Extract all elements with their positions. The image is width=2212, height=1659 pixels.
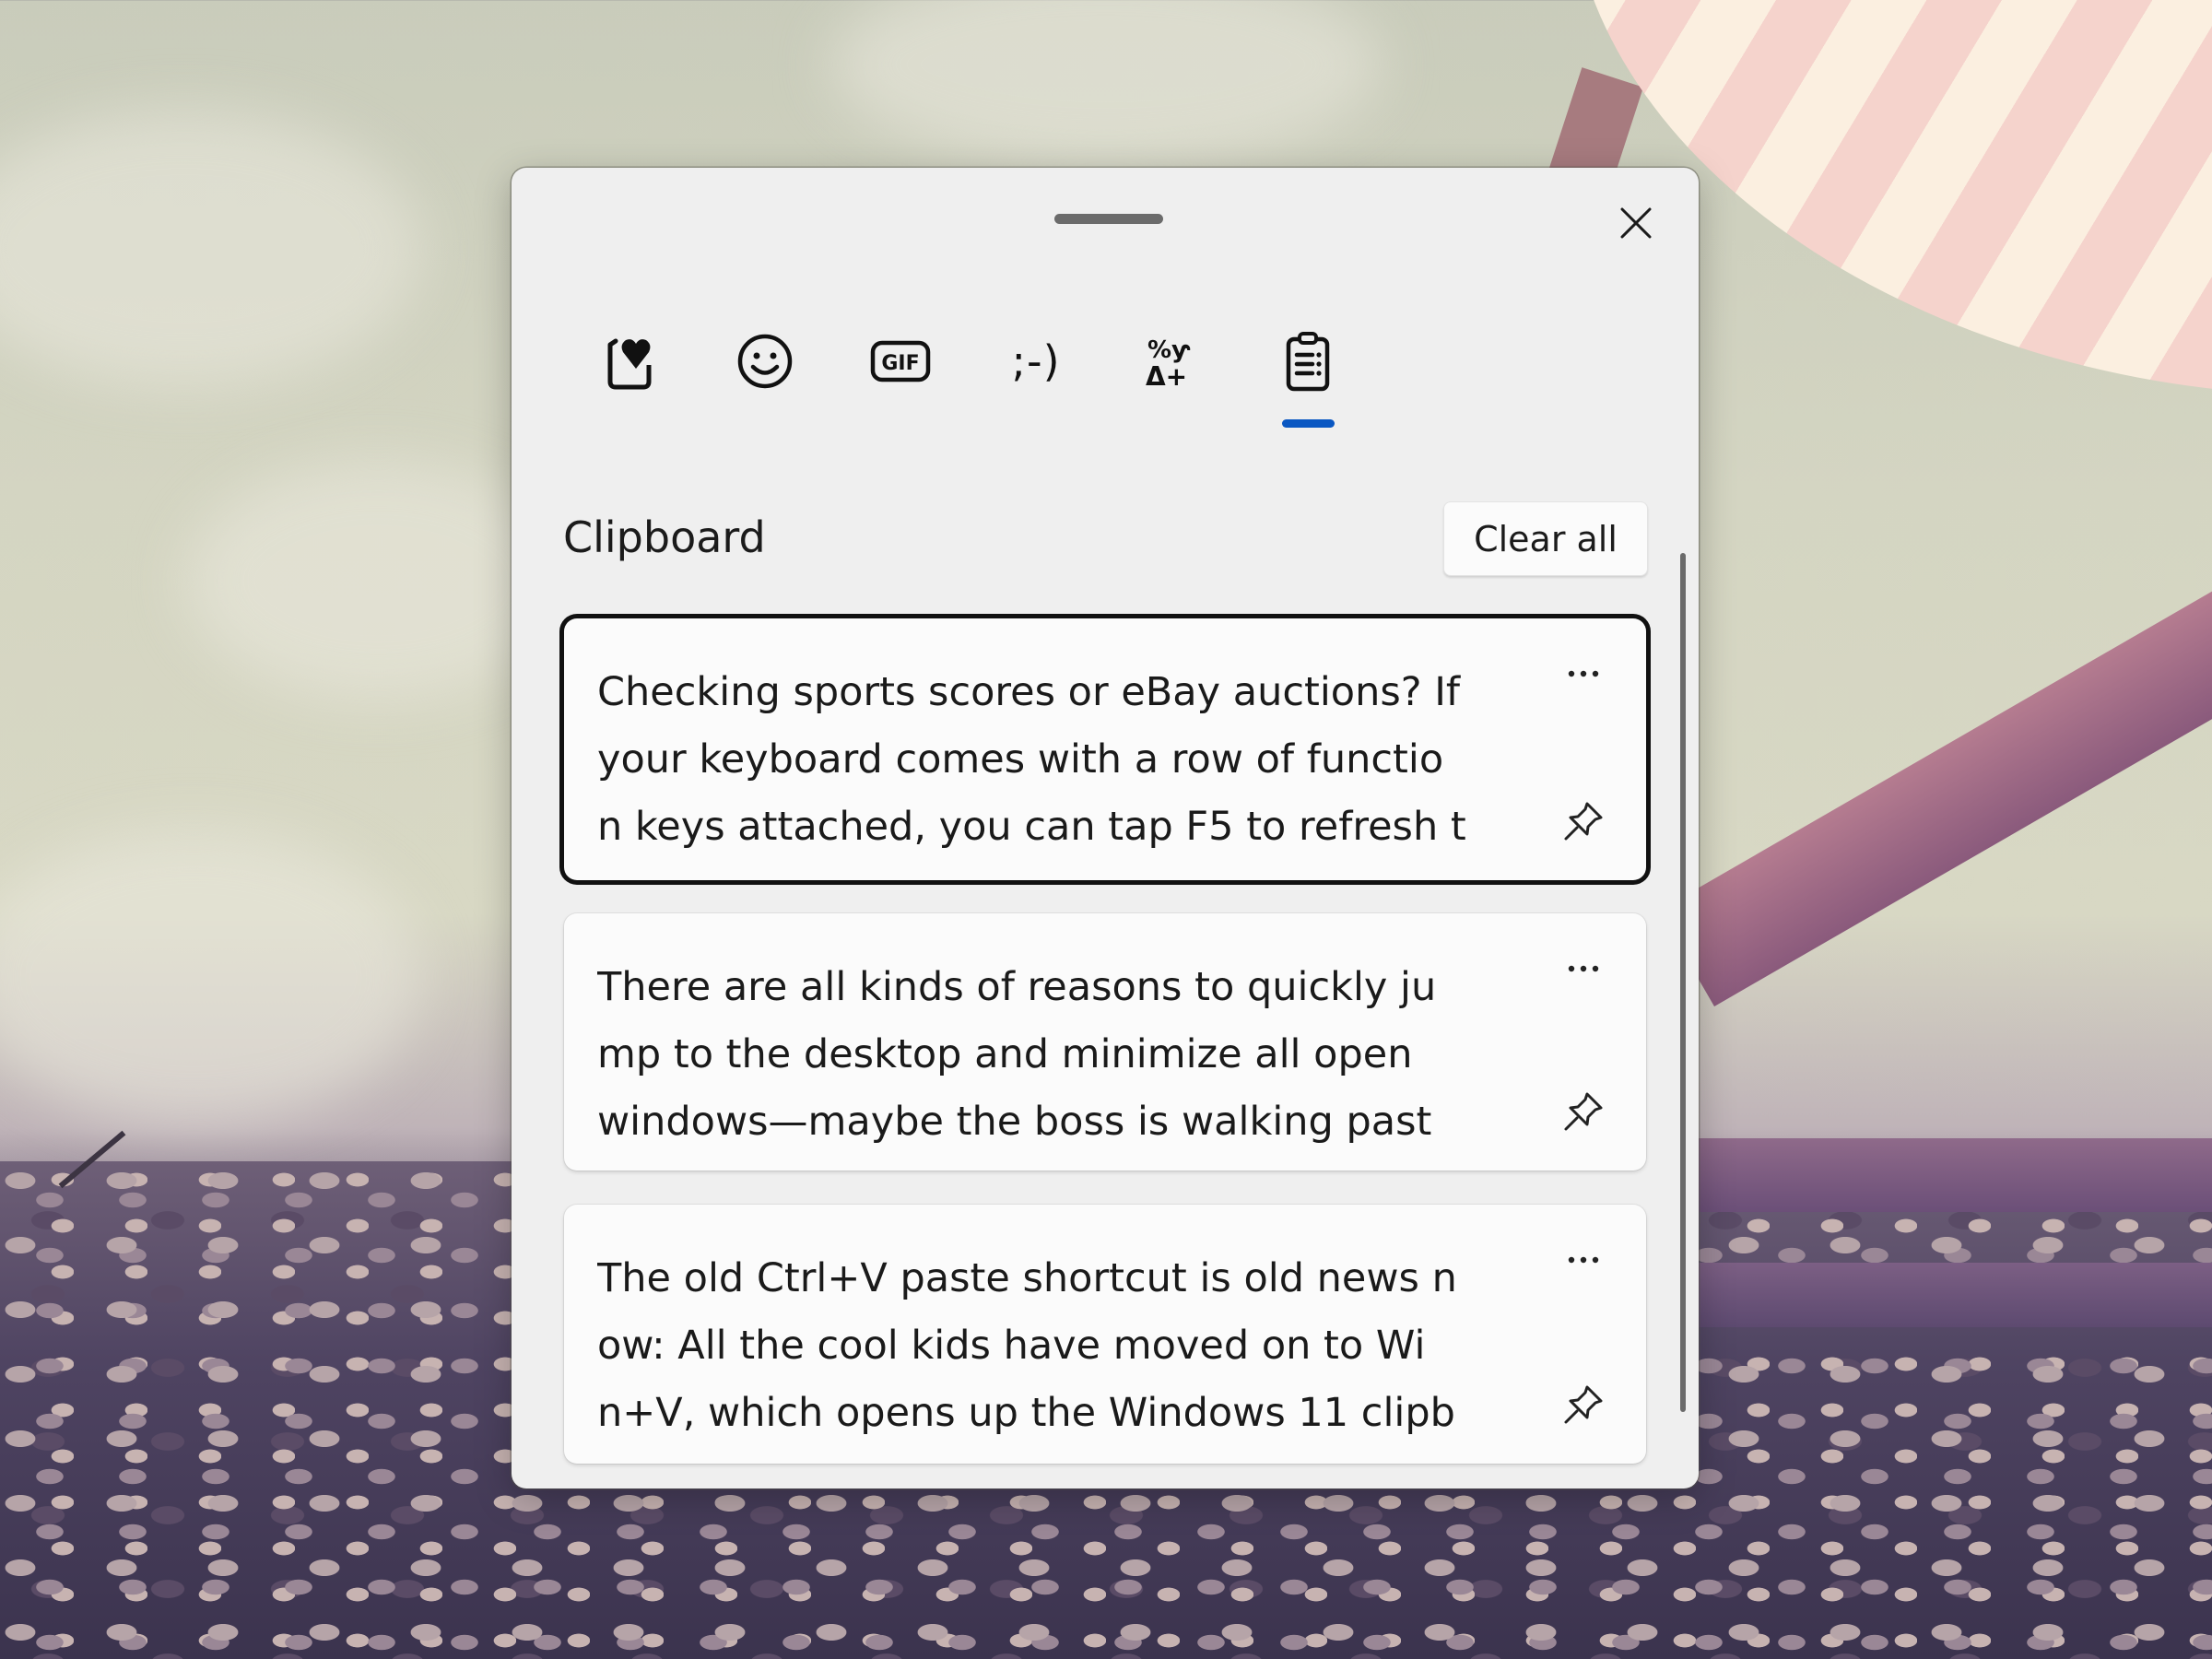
clipboard-item-line: Checking sports scores or eBay auctions?… xyxy=(597,669,1461,715)
tab-recently-used[interactable] xyxy=(584,306,677,417)
pin-icon xyxy=(1564,802,1603,841)
clipboard-item-line: windows—maybe the boss is walking past xyxy=(597,1099,1432,1145)
gif-icon: GIF xyxy=(870,340,931,382)
more-options-button[interactable] xyxy=(1558,655,1609,692)
wallpaper-cloud xyxy=(830,0,1382,166)
clipboard-item-line: n+V, which opens up the Windows 11 clipb xyxy=(597,1390,1455,1436)
more-options-icon xyxy=(1568,1256,1599,1264)
wallpaper-chair-beam xyxy=(1699,1138,2212,1212)
clear-all-button[interactable]: Clear all xyxy=(1443,501,1648,576)
clipboard-item[interactable]: There are all kinds of reasons to quickl… xyxy=(564,913,1646,1171)
more-options-button[interactable] xyxy=(1558,1241,1609,1278)
clipboard-item-line: There are all kinds of reasons to quickl… xyxy=(597,964,1437,1010)
more-options-icon xyxy=(1568,965,1599,972)
wallpaper-chair-beam xyxy=(1699,1263,2212,1327)
close-icon xyxy=(1620,207,1652,239)
wallpaper-chair-beam xyxy=(1659,560,2212,1006)
clipboard-item-line: mp to the desktop and minimize all open xyxy=(597,1031,1413,1077)
symbols-glyph-bottom: Δ+ xyxy=(1146,361,1187,391)
pin-button[interactable] xyxy=(1558,1379,1609,1430)
tab-kaomoji[interactable]: ;-) xyxy=(990,306,1082,417)
clipboard-item-line: n keys attached, you can tap F5 to refre… xyxy=(597,804,1466,850)
clipboard-item-text: The old Ctrl+V paste shortcut is old new… xyxy=(597,1245,1500,1447)
pin-button[interactable] xyxy=(1558,795,1609,847)
selected-tab-indicator xyxy=(1282,419,1335,428)
clipboard-item[interactable]: Checking sports scores or eBay auctions?… xyxy=(564,618,1646,880)
clipboard-icon xyxy=(1286,332,1330,392)
tab-gif[interactable]: GIF xyxy=(854,306,947,417)
wallpaper-cloud xyxy=(0,111,424,387)
more-options-button[interactable] xyxy=(1558,950,1609,987)
gif-glyph: GIF xyxy=(881,352,919,375)
section-title: Clipboard xyxy=(563,512,766,562)
pin-icon xyxy=(1564,1092,1603,1131)
drag-handle[interactable] xyxy=(1054,214,1163,224)
tab-clipboard[interactable] xyxy=(1262,306,1354,417)
clipboard-item-line: The old Ctrl+V paste shortcut is old new… xyxy=(597,1255,1457,1301)
wallpaper-cloud xyxy=(0,830,424,1124)
clipboard-item-text: Checking sports scores or eBay auctions?… xyxy=(597,659,1500,861)
clipboard-item-line: ow: All the cool kids have moved on to W… xyxy=(597,1323,1426,1369)
pin-icon xyxy=(1564,1385,1603,1424)
symbols-glyph-top: %ƴ xyxy=(1147,336,1191,364)
kaomoji-icon: ;-) xyxy=(1011,336,1061,386)
clipboard-item-line: your keyboard comes with a row of functi… xyxy=(597,736,1444,782)
tab-emoji[interactable] xyxy=(719,306,811,417)
scrollbar[interactable] xyxy=(1680,553,1686,1412)
pin-button[interactable] xyxy=(1558,1086,1609,1137)
smiley-icon xyxy=(737,334,793,389)
tab-symbols[interactable]: %ƴ Δ+ xyxy=(1124,306,1217,417)
clipboard-item[interactable]: The old Ctrl+V paste shortcut is old new… xyxy=(564,1205,1646,1464)
category-tabs: GIF ;-) %ƴ Δ+ xyxy=(512,306,1699,428)
symbols-icon: %ƴ Δ+ xyxy=(1146,336,1191,391)
close-button[interactable] xyxy=(1608,195,1664,251)
heart-clipboard-icon xyxy=(607,338,652,390)
clipboard-panel: GIF ;-) %ƴ Δ+ Clipboard Clear all Checki… xyxy=(512,168,1699,1488)
clipboard-item-text: There are all kinds of reasons to quickl… xyxy=(597,954,1500,1156)
more-options-icon xyxy=(1568,670,1599,677)
